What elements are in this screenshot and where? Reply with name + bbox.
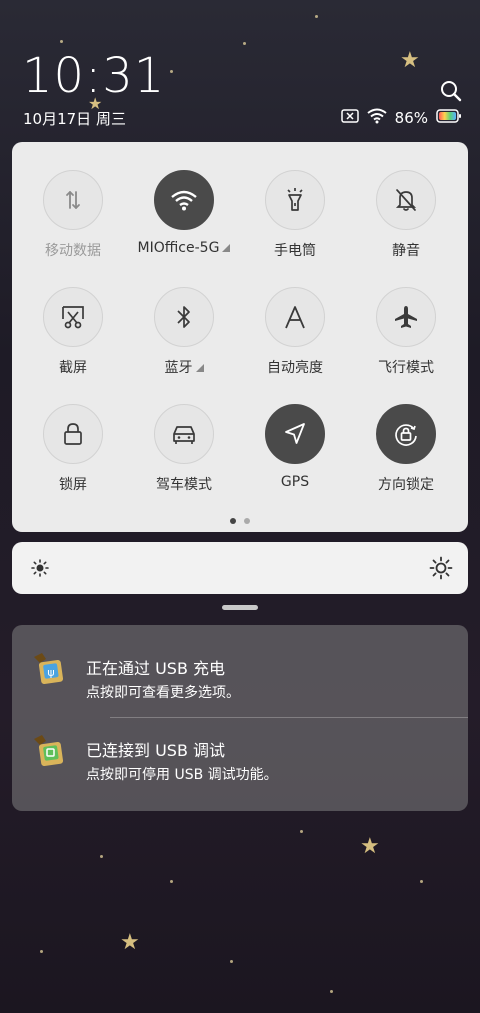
page-dot-active (230, 518, 236, 524)
screenshot-icon (60, 304, 86, 330)
sparkle (420, 880, 423, 883)
tile-location[interactable]: GPS (245, 404, 345, 490)
brightness-slider[interactable] (12, 542, 468, 594)
tile-label: 驾车模式 (156, 477, 212, 493)
lock-icon (61, 421, 85, 447)
battery-percent: 86% (394, 109, 428, 127)
tile-label: 蓝牙 (134, 357, 234, 377)
tile-wifi[interactable]: MIOffice-5G (134, 170, 234, 256)
auto-brightness-icon (282, 304, 308, 330)
usb-debug-icon (32, 733, 68, 769)
tile-button[interactable] (154, 404, 214, 464)
tile-button[interactable] (43, 404, 103, 464)
tile-button[interactable] (43, 170, 103, 230)
notification-title: 已连接到 USB 调试 (86, 741, 226, 760)
tile-label: 手电筒 (274, 243, 316, 259)
tile-button[interactable] (154, 287, 214, 347)
no-sim-icon (340, 109, 359, 127)
tile-flashlight[interactable]: 手电筒 (245, 170, 345, 260)
flashlight-icon (283, 187, 307, 213)
tile-button[interactable] (265, 404, 325, 464)
brightness-low-icon (30, 558, 50, 582)
page-indicator (12, 518, 468, 524)
location-icon (282, 421, 308, 447)
tile-label: 飞行模式 (378, 360, 434, 376)
star-decoration: ★ (360, 834, 380, 859)
tile-label: 截屏 (59, 360, 87, 376)
tile-rotation-lock[interactable]: 方向锁定 (356, 404, 456, 494)
wifi-icon (367, 108, 387, 128)
drag-handle[interactable] (222, 605, 258, 610)
tile-label: 静音 (392, 243, 420, 259)
mobile-data-icon (61, 188, 85, 212)
tile-button[interactable] (376, 170, 436, 230)
tile-button[interactable] (154, 170, 214, 230)
tile-button[interactable] (265, 287, 325, 347)
tile-label: 自动亮度 (267, 360, 323, 376)
quick-settings-panel: 移动数据 MIOffice-5G 手电筒 静音截屏 蓝牙 自动亮度 飞行模式锁屏 驾车模式 GP… (12, 142, 468, 532)
sparkle (315, 15, 318, 18)
airplane-icon (393, 304, 419, 330)
tile-screenshot[interactable]: 截屏 (23, 287, 123, 377)
notification-title: 正在通过 USB 充电 (86, 659, 226, 678)
notification-group: ψ 正在通过 USB 充电 点按即可查看更多选项。 已连接到 USB 调试 点按… (12, 625, 468, 811)
sparkle (170, 880, 173, 883)
brightness-high-icon (429, 556, 453, 584)
date-label: 10月17日 周三 (23, 110, 126, 128)
notification-subtitle: 点按即可查看更多选项。 (86, 685, 240, 701)
bell-mute-icon (394, 187, 418, 213)
wifi-icon (170, 189, 198, 211)
sparkle (100, 855, 103, 858)
tile-button[interactable] (43, 287, 103, 347)
clock: 10:31 (22, 48, 166, 104)
tile-label: MIOffice-5G (134, 240, 234, 256)
sparkle (243, 42, 246, 45)
tile-label: GPS (280, 474, 310, 490)
sparkle (330, 990, 333, 993)
tile-label: 方向锁定 (378, 477, 434, 493)
tile-button[interactable] (376, 404, 436, 464)
tile-mobile-data[interactable]: 移动数据 (23, 170, 123, 260)
dropdown-indicator-icon (193, 360, 204, 376)
tile-car[interactable]: 驾车模式 (134, 404, 234, 494)
star-decoration: ★ (400, 48, 420, 73)
tile-lock[interactable]: 锁屏 (23, 404, 123, 494)
tile-bell-mute[interactable]: 静音 (356, 170, 456, 260)
tile-label: 锁屏 (59, 477, 87, 493)
rotation-lock-icon (392, 420, 420, 448)
sparkle (300, 830, 303, 833)
tile-button[interactable] (265, 170, 325, 230)
star-decoration: ★ (120, 930, 140, 955)
tile-auto-brightness[interactable]: 自动亮度 (245, 287, 345, 377)
sparkle (230, 960, 233, 963)
tile-label: 移动数据 (45, 243, 101, 259)
tile-bluetooth[interactable]: 蓝牙 (134, 287, 234, 377)
svg-text:ψ: ψ (47, 666, 54, 679)
status-icons: 86% (340, 108, 462, 128)
notification-usb-debug[interactable]: 已连接到 USB 调试 点按即可停用 USB 调试功能。 (12, 707, 468, 787)
notification-usb-charging[interactable]: ψ 正在通过 USB 充电 点按即可查看更多选项。 (12, 625, 468, 718)
page-dot (244, 518, 250, 524)
usb-charging-icon: ψ (32, 651, 68, 687)
dropdown-indicator-icon (219, 240, 231, 256)
bluetooth-icon (174, 304, 194, 330)
tile-airplane[interactable]: 飞行模式 (356, 287, 456, 377)
notification-subtitle: 点按即可停用 USB 调试功能。 (86, 767, 278, 783)
sparkle (60, 40, 63, 43)
search-icon[interactable] (440, 80, 462, 102)
tile-button[interactable] (376, 287, 436, 347)
battery-icon (436, 109, 462, 127)
car-icon (170, 422, 198, 446)
sparkle (170, 70, 173, 73)
sparkle (40, 950, 43, 953)
